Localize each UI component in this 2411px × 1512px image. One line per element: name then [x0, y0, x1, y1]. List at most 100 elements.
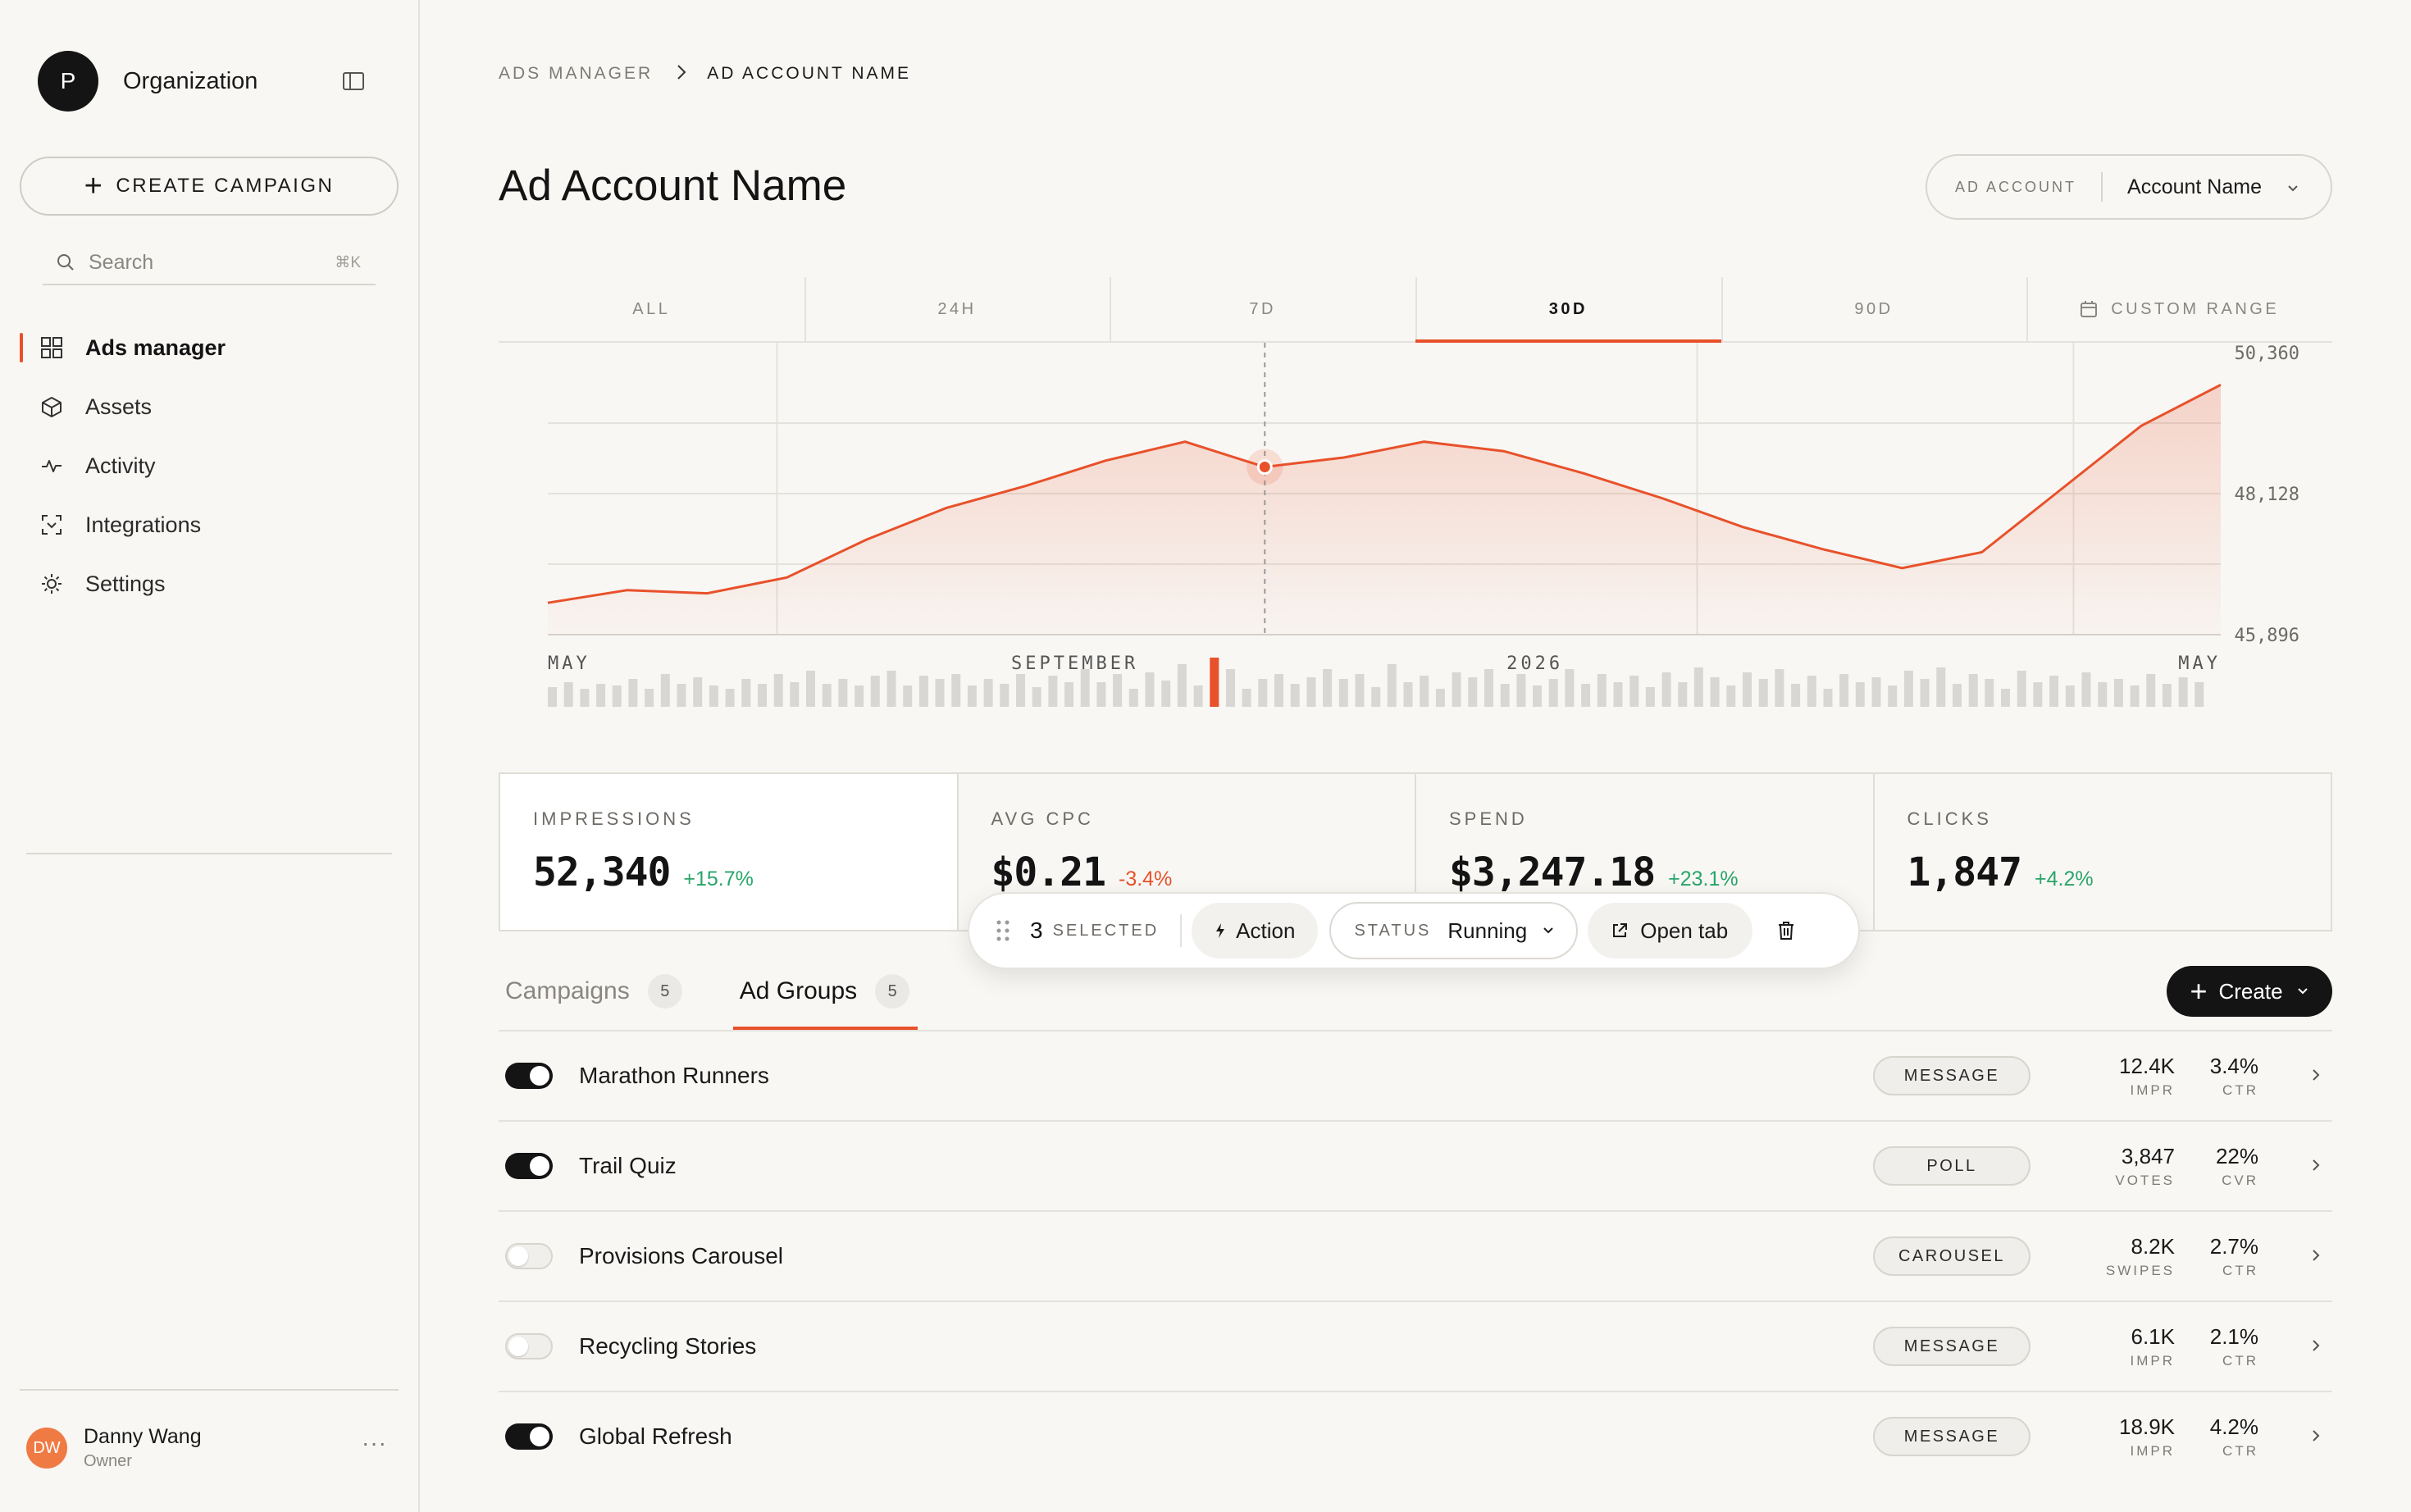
- ad-account-select[interactable]: AD ACCOUNT Account Name: [1926, 154, 2332, 220]
- histogram-bar: [870, 676, 880, 707]
- tab-campaigns[interactable]: Campaigns 5: [499, 963, 689, 1020]
- chevron-right-icon[interactable]: [2311, 1248, 2321, 1263]
- search-input[interactable]: [89, 250, 318, 275]
- org-switcher[interactable]: P Organization: [38, 51, 258, 112]
- histogram-bar: [758, 684, 767, 707]
- histogram-bar: [1032, 687, 1041, 707]
- metric-value: 2.1%: [2209, 1323, 2258, 1349]
- metric-label: IMPR: [2130, 1442, 2175, 1459]
- sidebar-item-label: Ads manager: [85, 335, 226, 360]
- histogram-bar: [951, 674, 961, 707]
- sidebar-item-activity[interactable]: Activity: [20, 436, 399, 495]
- status-toggle[interactable]: [505, 1333, 553, 1359]
- histogram-bar: [2017, 671, 2026, 707]
- histogram-bar: [1128, 689, 1138, 707]
- status-select[interactable]: STATUS Running: [1329, 902, 1579, 959]
- breadcrumb-root[interactable]: ADS MANAGER: [499, 64, 653, 84]
- activity-icon: [39, 453, 64, 478]
- range-tab-24h[interactable]: 24H: [804, 277, 1110, 341]
- open-tab-button[interactable]: Open tab: [1588, 903, 1753, 959]
- metric-value: 3.4%: [2209, 1053, 2258, 1078]
- more-options-icon[interactable]: ···: [362, 1430, 387, 1456]
- table-row[interactable]: Recycling Stories MESSAGE 6.1K IMPR 2.1% C…: [499, 1300, 2332, 1391]
- stat-card-impressions[interactable]: IMPRESSIONS 52,340 +15.7%: [500, 774, 957, 930]
- create-button[interactable]: + Create: [2167, 966, 2332, 1017]
- range-tab-30d[interactable]: 30D: [1415, 277, 1721, 343]
- grid-icon: [39, 335, 64, 360]
- trash-icon[interactable]: [1777, 921, 1795, 940]
- highlight-point: [1256, 458, 1273, 475]
- status-toggle[interactable]: [505, 1153, 553, 1179]
- sidebar-toggle-icon[interactable]: [343, 72, 364, 90]
- histogram-bar: [1678, 682, 1688, 707]
- user-profile[interactable]: DW Danny Wang Owner ···: [26, 1423, 387, 1473]
- stat-delta: -3.4%: [1119, 868, 1173, 890]
- stat-delta: +23.1%: [1668, 868, 1739, 890]
- histogram-bar: [1226, 669, 1235, 707]
- action-button[interactable]: Action: [1192, 903, 1319, 959]
- chevron-down-icon: [2297, 988, 2308, 995]
- sidebar-item-settings[interactable]: Settings: [20, 554, 399, 613]
- sidebar-item-integrations[interactable]: Integrations: [20, 495, 399, 554]
- chevron-right-icon[interactable]: [2311, 1338, 2321, 1353]
- histogram-bar: [1080, 669, 1090, 707]
- range-tab-90d[interactable]: 90D: [1721, 277, 2027, 341]
- avatar: DW: [26, 1428, 67, 1469]
- metric-label: CTR: [2222, 1352, 2258, 1369]
- drag-handle-icon[interactable]: [996, 919, 1010, 942]
- range-tab-7d[interactable]: 7D: [1110, 277, 1415, 341]
- create-campaign-button[interactable]: + CREATE CAMPAIGN: [20, 157, 399, 216]
- table-row[interactable]: Marathon Runners MESSAGE 12.4K IMPR 3.4% C…: [499, 1030, 2332, 1120]
- metric-label: IMPR: [2130, 1082, 2175, 1098]
- x-tick-label: SEPTEMBER: [1011, 654, 1138, 674]
- plus-icon: +: [84, 169, 105, 203]
- histogram-bar: [822, 684, 832, 707]
- chevron-right-icon[interactable]: [2311, 1428, 2321, 1443]
- histogram-bar: [1888, 685, 1898, 707]
- sidebar-item-ads-manager[interactable]: Ads manager: [20, 318, 399, 377]
- ad-account-label: AD ACCOUNT: [1955, 178, 2077, 195]
- metric-secondary: 3.4% CTR: [2210, 1054, 2258, 1099]
- x-tick-label: MAY: [548, 654, 590, 674]
- histogram-bar: [1452, 672, 1461, 707]
- range-tab-custom[interactable]: CUSTOM RANGE: [2026, 277, 2332, 341]
- histogram-bar: [677, 684, 686, 707]
- histogram-bar: [2146, 674, 2156, 707]
- chevron-right-icon[interactable]: [2311, 1068, 2321, 1082]
- histogram-bar: [1533, 685, 1542, 707]
- histogram-bar: [790, 682, 800, 707]
- histogram-bar: [1096, 682, 1106, 707]
- sidebar-nav: Ads manager Assets Activity Integrations…: [20, 318, 399, 613]
- plus-icon: +: [2190, 974, 2208, 1008]
- histogram-bar: [2113, 679, 2123, 707]
- histogram-bar: [2195, 682, 2204, 707]
- table-row[interactable]: Global Refresh MESSAGE 18.9K IMPR 4.2% CTR: [499, 1391, 2332, 1481]
- table-tabs: Campaigns 5 Ad Groups 5: [499, 963, 918, 1032]
- chevron-right-icon[interactable]: [2311, 1158, 2321, 1173]
- status-toggle[interactable]: [505, 1423, 553, 1450]
- table-row[interactable]: Provisions Carousel CAROUSEL 8.2K SWIPES …: [499, 1210, 2332, 1300]
- histogram-bar: [838, 679, 848, 707]
- histogram-bar: [1936, 667, 1946, 707]
- metric-label: CVR: [2222, 1172, 2258, 1188]
- row-name: Recycling Stories: [579, 1333, 757, 1359]
- histogram-bar: [983, 679, 993, 707]
- type-badge: MESSAGE: [1873, 1417, 2030, 1456]
- stat-card-clicks[interactable]: CLICKS 1,847 +4.2%: [1872, 774, 2331, 930]
- metric-value: 3,847: [2121, 1143, 2175, 1168]
- status-toggle[interactable]: [505, 1063, 553, 1089]
- sidebar-item-assets[interactable]: Assets: [20, 377, 399, 436]
- histogram-bar: [1726, 685, 1736, 707]
- histogram-bar: [1791, 684, 1801, 707]
- status-toggle[interactable]: [505, 1243, 553, 1269]
- stat-label: SPEND: [1449, 808, 1528, 829]
- table-row[interactable]: Trail Quiz POLL 3,847 VOTES 22% CVR: [499, 1120, 2332, 1210]
- metric-value: 6.1K: [2131, 1323, 2176, 1349]
- range-tab-all[interactable]: ALL: [499, 277, 804, 341]
- histogram-bar: [935, 679, 945, 707]
- metric-label: CTR: [2222, 1082, 2258, 1098]
- histogram-bar: [741, 679, 751, 707]
- tab-ad-groups[interactable]: Ad Groups 5: [732, 963, 918, 1030]
- selected-label: SELECTED: [1052, 921, 1160, 940]
- external-link-icon: [1613, 923, 1628, 937]
